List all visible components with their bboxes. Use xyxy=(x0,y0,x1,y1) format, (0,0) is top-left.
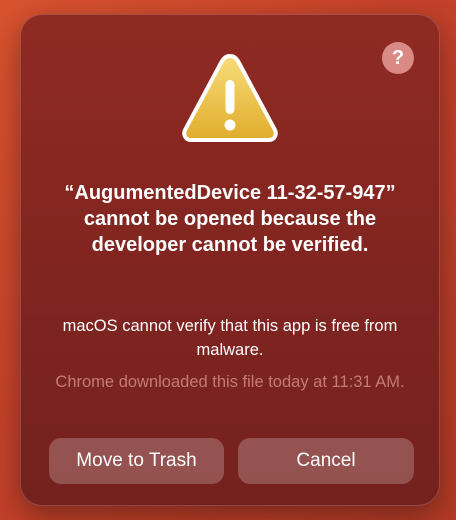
cancel-button[interactable]: Cancel xyxy=(238,438,414,484)
warning-triangle-icon xyxy=(182,54,278,142)
cancel-label: Cancel xyxy=(296,450,356,471)
alert-title: “AugumentedDevice 11-32-57-947” cannot b… xyxy=(64,182,396,256)
move-to-trash-button[interactable]: Move to Trash xyxy=(49,438,224,484)
alert-message: macOS cannot verify that this app is fre… xyxy=(62,317,398,359)
move-to-trash-label: Move to Trash xyxy=(76,450,197,471)
unverified-developer-alert: ? “AugumentedDevice 11-32-57-947” cannot… xyxy=(20,14,440,506)
help-button[interactable]: ? xyxy=(382,42,414,74)
download-source-note: Chrome downloaded this file today at 11:… xyxy=(55,373,405,391)
help-icon: ? xyxy=(391,47,405,69)
